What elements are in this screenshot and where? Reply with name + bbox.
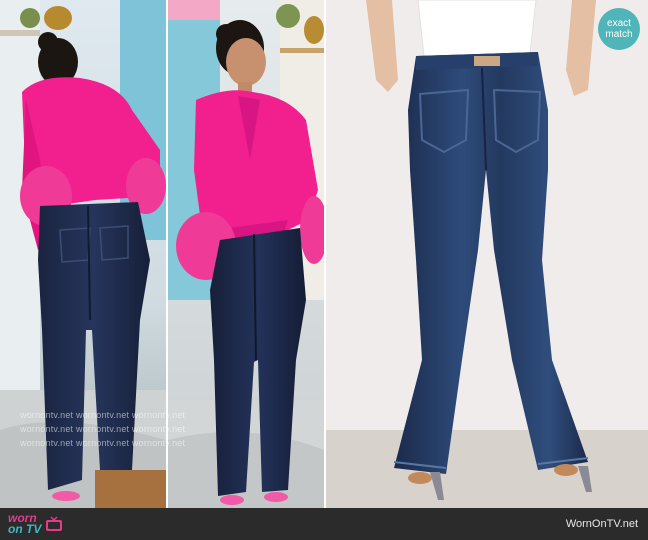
badge-line-2: match: [605, 29, 633, 40]
watermark-text: wornontv.net wornontv.net wornontv.net: [20, 410, 186, 420]
watermark-text: wornontv.net wornontv.net wornontv.net: [20, 424, 186, 434]
photo-front-view-illustration: [168, 0, 324, 508]
badge-line-1: exact: [607, 18, 631, 29]
logo-word-ontv: on TV: [8, 522, 42, 536]
photo-product-jeans: [326, 0, 648, 508]
site-logo[interactable]: worn on TV: [8, 512, 63, 536]
watermark-text: wornontv.net wornontv.net wornontv.net: [20, 438, 186, 448]
photo-front-view: [168, 0, 324, 508]
logo-text: worn on TV: [8, 512, 42, 536]
photo-product-jeans-illustration: [326, 0, 648, 508]
footer-bar: worn on TV WornOnTV.net: [0, 508, 648, 540]
exact-match-badge: exact match: [598, 8, 640, 50]
tv-icon: [46, 516, 63, 531]
site-name: WornOnTV.net: [565, 518, 638, 530]
